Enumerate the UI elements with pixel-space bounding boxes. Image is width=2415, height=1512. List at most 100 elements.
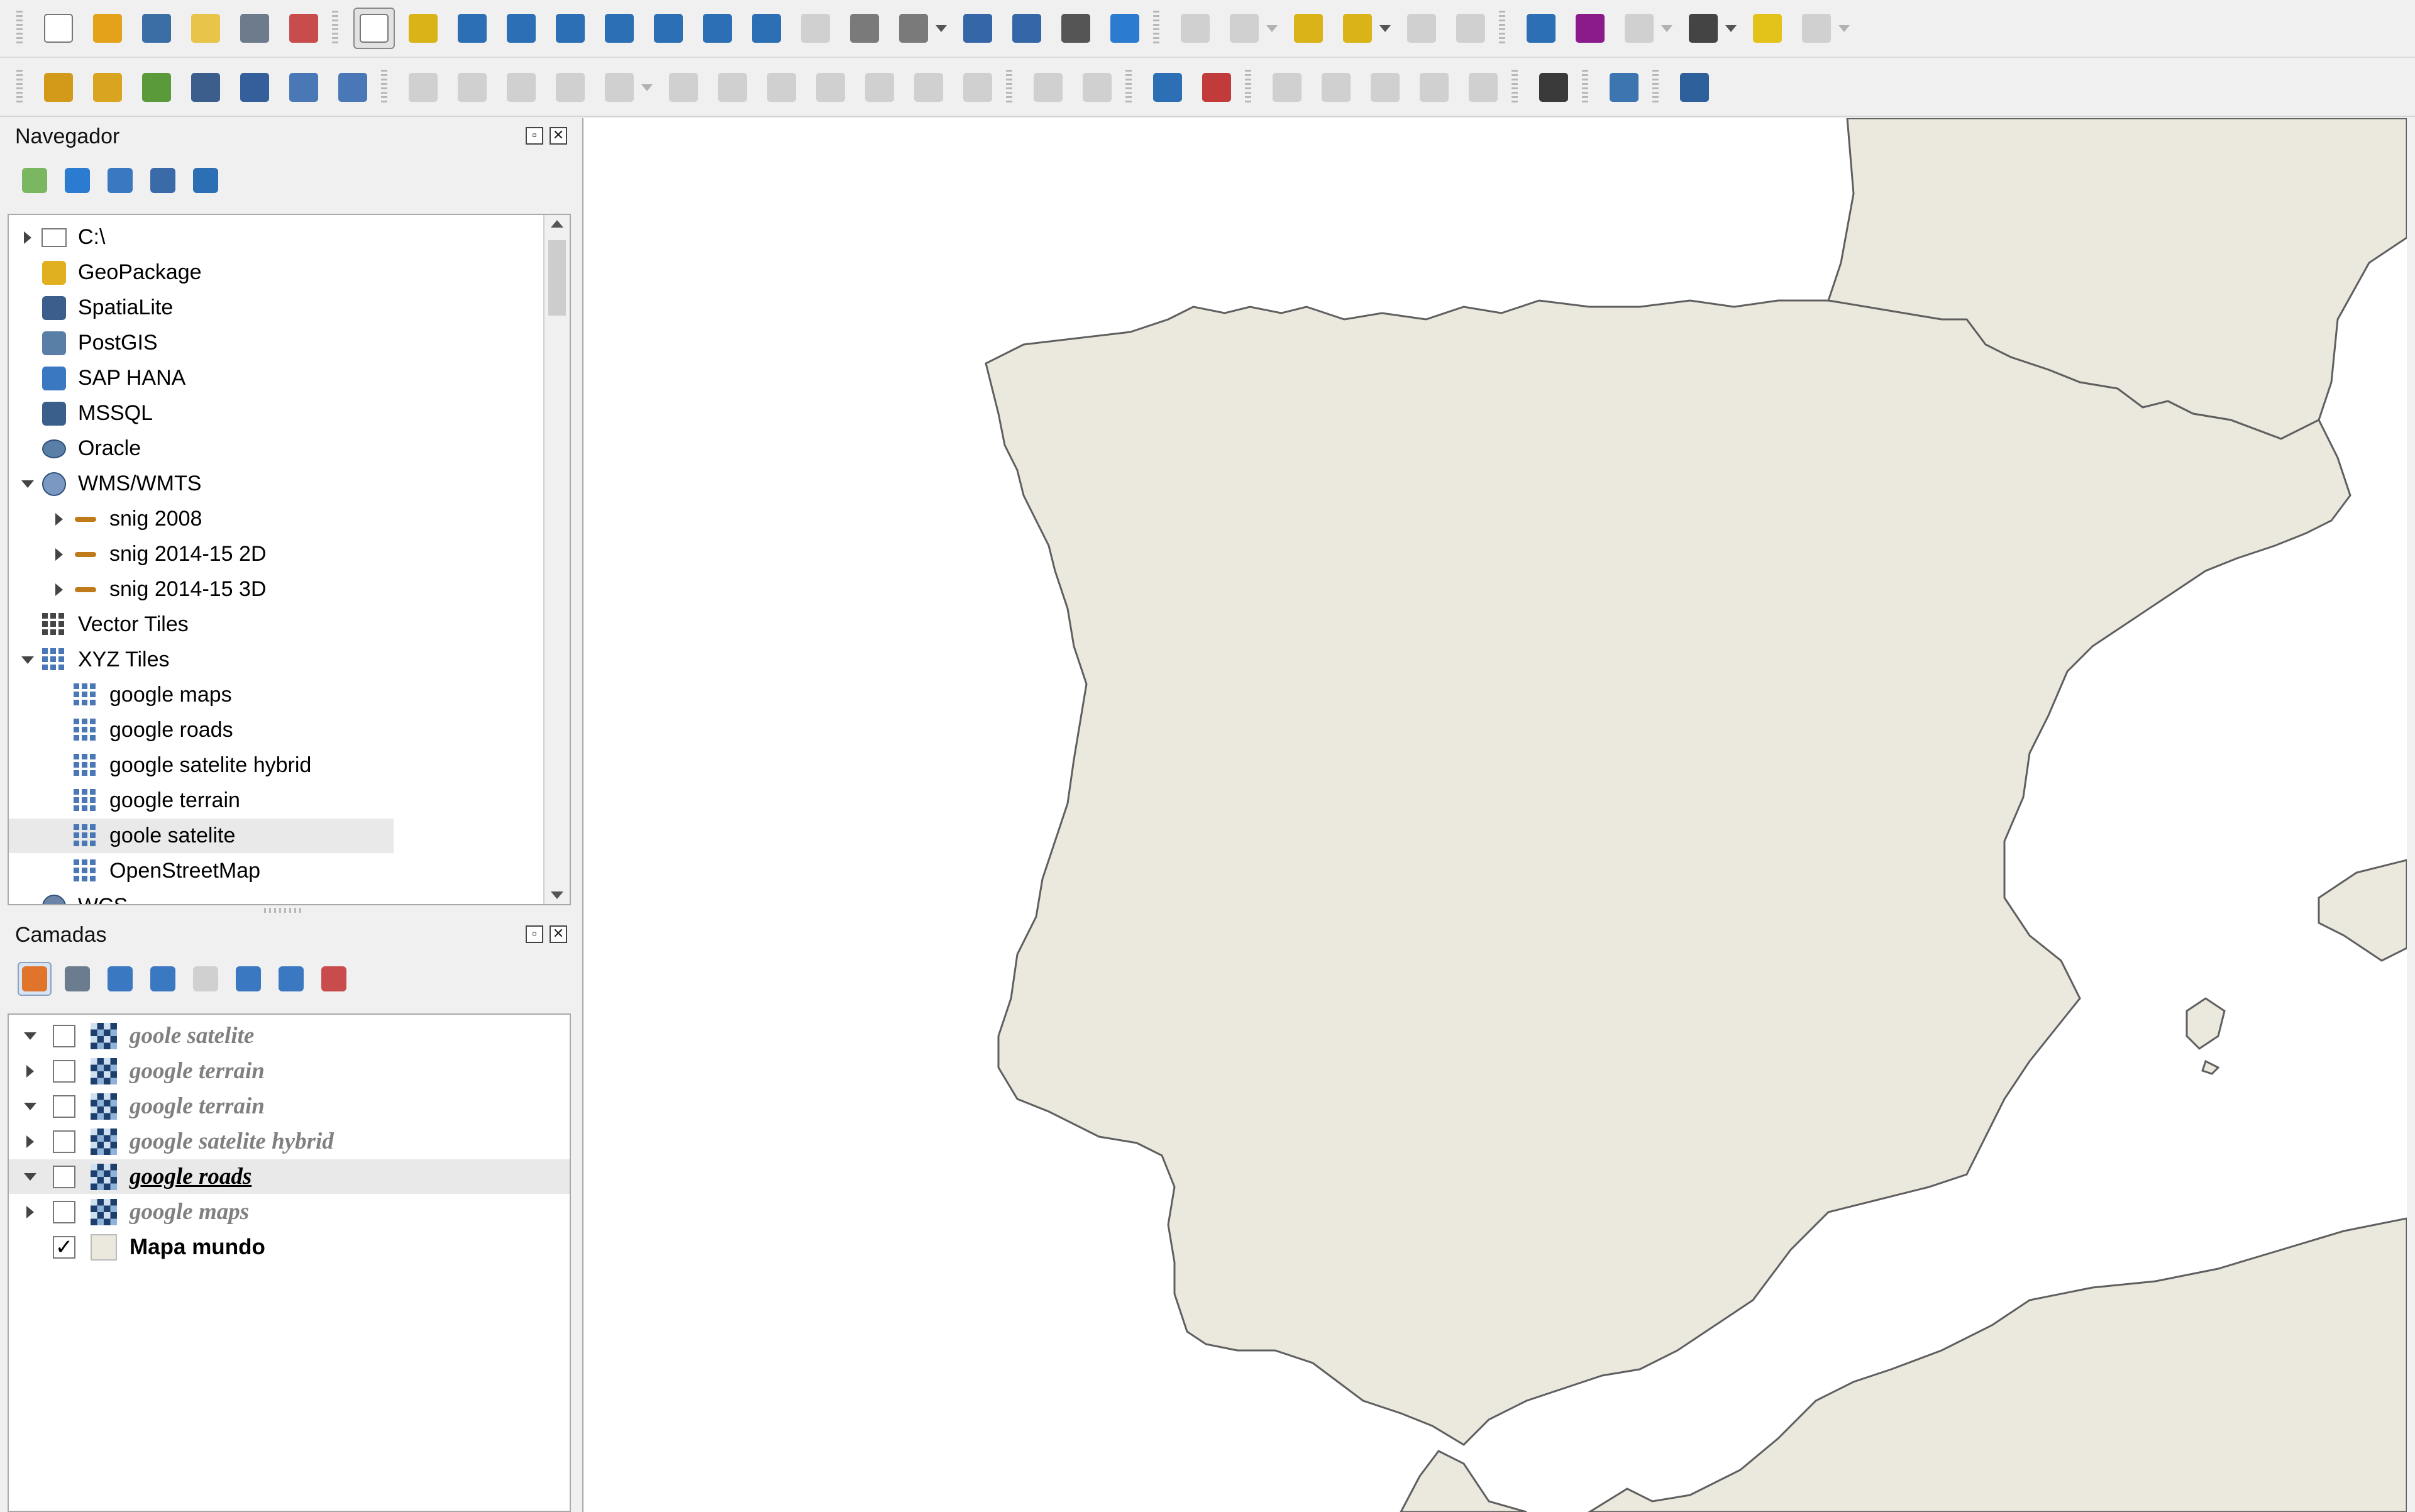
- paste-features-button[interactable]: [859, 67, 900, 108]
- expand-arrow-icon[interactable]: [26, 1135, 34, 1148]
- cut-features-button[interactable]: [761, 67, 802, 108]
- zoom-next-button[interactable]: [795, 8, 836, 49]
- new-project-button[interactable]: [38, 8, 79, 49]
- pan-map-button[interactable]: [353, 8, 395, 49]
- chevron-down-icon[interactable]: [641, 84, 653, 91]
- open-project-button[interactable]: [87, 8, 128, 49]
- identify-features-button[interactable]: [1174, 8, 1216, 49]
- change-label-button[interactable]: [1462, 67, 1504, 108]
- processing-toolbox-button[interactable]: [1520, 8, 1562, 49]
- deselect-button[interactable]: [1337, 8, 1378, 49]
- layer-item[interactable]: google terrain: [9, 1054, 570, 1088]
- navigator-item[interactable]: PostGIS: [9, 326, 158, 360]
- collapse-arrow-icon[interactable]: [24, 1102, 36, 1110]
- field-calculator-button[interactable]: [1618, 8, 1660, 49]
- select-by-value-button[interactable]: [1288, 8, 1329, 49]
- temporal-controller-button[interactable]: [1055, 8, 1097, 49]
- toolbar-grip[interactable]: [1499, 11, 1505, 46]
- navigator-item[interactable]: goole satelite: [9, 819, 394, 853]
- expand-arrow-icon[interactable]: [24, 231, 31, 244]
- modify-attributes-button[interactable]: [663, 67, 704, 108]
- close-panel-button[interactable]: ✕: [550, 925, 567, 943]
- properties-button[interactable]: [189, 163, 223, 197]
- expand-arrow-icon[interactable]: [55, 548, 63, 561]
- navigator-tree[interactable]: C:\ GeoPackage SpatiaLite PostGIS SAP HANA MS…: [8, 214, 571, 905]
- filter-button[interactable]: [103, 163, 137, 197]
- attribute-table-button[interactable]: [1450, 8, 1491, 49]
- scroll-thumb[interactable]: [548, 240, 566, 316]
- navigator-item[interactable]: Oracle: [9, 431, 141, 466]
- layer-labeling-button[interactable]: [1147, 67, 1188, 108]
- navigator-item[interactable]: google terrain: [9, 783, 240, 818]
- label-options-button[interactable]: [1027, 67, 1069, 108]
- new-print-layout-button[interactable]: [185, 8, 226, 49]
- zoom-to-layer-button[interactable]: [648, 8, 689, 49]
- show-hide-labels-button[interactable]: [1315, 67, 1357, 108]
- layer-item[interactable]: goole satelite: [9, 1018, 570, 1053]
- collapse-arrow-icon[interactable]: [24, 1032, 36, 1040]
- add-group-button[interactable]: [60, 962, 94, 996]
- move-label-button[interactable]: [1364, 67, 1406, 108]
- undo-button[interactable]: [908, 67, 949, 108]
- remove-layer-button[interactable]: [317, 962, 351, 996]
- layer-visibility-checkbox[interactable]: ✓: [53, 1235, 75, 1259]
- layer-visibility-checkbox[interactable]: [53, 1095, 75, 1118]
- toolbar-grip[interactable]: [1153, 11, 1159, 46]
- layer-visibility-checkbox[interactable]: [53, 1024, 75, 1047]
- new-spatialite-layer-button[interactable]: [185, 67, 226, 108]
- measure-line-button[interactable]: [1683, 8, 1724, 49]
- close-panel-button[interactable]: ✕: [550, 127, 567, 145]
- chevron-down-icon[interactable]: [1838, 25, 1850, 32]
- new-bookmark-button[interactable]: [957, 8, 998, 49]
- add-vector-layer-button[interactable]: [332, 67, 373, 108]
- text-annotation-button[interactable]: [1796, 8, 1837, 49]
- python-console-button[interactable]: [1603, 67, 1645, 108]
- delete-selected-button[interactable]: [712, 67, 753, 108]
- zoom-to-selection-button[interactable]: [599, 8, 640, 49]
- undock-panel-button[interactable]: ▫: [526, 925, 543, 943]
- expand-arrow-icon[interactable]: [26, 1205, 34, 1218]
- layer-visibility-checkbox[interactable]: [53, 1130, 75, 1153]
- panel-splitter[interactable]: [264, 908, 302, 913]
- navigator-item[interactable]: OpenStreetMap: [9, 854, 260, 888]
- copy-features-button[interactable]: [810, 67, 851, 108]
- layer-item[interactable]: google satelite hybrid: [9, 1124, 570, 1159]
- navigator-item[interactable]: google maps: [9, 678, 232, 712]
- toggle-editing-button[interactable]: [402, 67, 444, 108]
- navigator-item[interactable]: MSSQL: [9, 396, 153, 431]
- expand-arrow-icon[interactable]: [55, 512, 63, 526]
- chevron-down-icon[interactable]: [1379, 25, 1391, 32]
- navigator-item[interactable]: XYZ Tiles: [9, 643, 169, 677]
- navigator-item[interactable]: SAP HANA: [9, 361, 185, 395]
- style-manager-button[interactable]: [283, 8, 324, 49]
- zoom-out-button[interactable]: [500, 8, 542, 49]
- toolbar-grip[interactable]: [1582, 70, 1588, 105]
- scroll-up-arrow[interactable]: [551, 220, 563, 228]
- vertex-tool-button[interactable]: [599, 67, 640, 108]
- add-feature-button[interactable]: [550, 67, 591, 108]
- zoom-last-button[interactable]: [746, 8, 787, 49]
- navigator-item[interactable]: google roads: [9, 713, 233, 748]
- map-canvas[interactable]: [582, 118, 2407, 1512]
- new-3d-map-view-button[interactable]: [893, 8, 934, 49]
- toolbar-grip[interactable]: [16, 11, 23, 46]
- filter-by-expression-button[interactable]: [189, 962, 223, 996]
- toolbar-grip[interactable]: [16, 70, 23, 105]
- navigator-item[interactable]: SpatiaLite: [9, 290, 173, 325]
- new-shapefile-layer-button[interactable]: [136, 67, 177, 108]
- undock-panel-button[interactable]: ▫: [526, 127, 543, 145]
- collapse-arrow-icon[interactable]: [21, 656, 34, 664]
- layer-item[interactable]: google maps: [9, 1195, 570, 1229]
- navigator-item[interactable]: snig 2014-15 2D: [9, 537, 267, 571]
- toolbar-grip[interactable]: [1652, 70, 1659, 105]
- redo-button[interactable]: [957, 67, 998, 108]
- refresh-button[interactable]: [60, 163, 94, 197]
- layers-tree[interactable]: goole satelite google terrain google terra…: [8, 1013, 571, 1512]
- locate-button[interactable]: [1401, 8, 1442, 49]
- layout-manager-button[interactable]: [234, 8, 275, 49]
- manage-visibility-button[interactable]: [103, 962, 137, 996]
- pan-to-selection-button[interactable]: [402, 8, 444, 49]
- open-layer-styling-button[interactable]: [18, 962, 52, 996]
- collapse-arrow-icon[interactable]: [24, 1173, 36, 1181]
- toolbar-grip[interactable]: [381, 70, 387, 105]
